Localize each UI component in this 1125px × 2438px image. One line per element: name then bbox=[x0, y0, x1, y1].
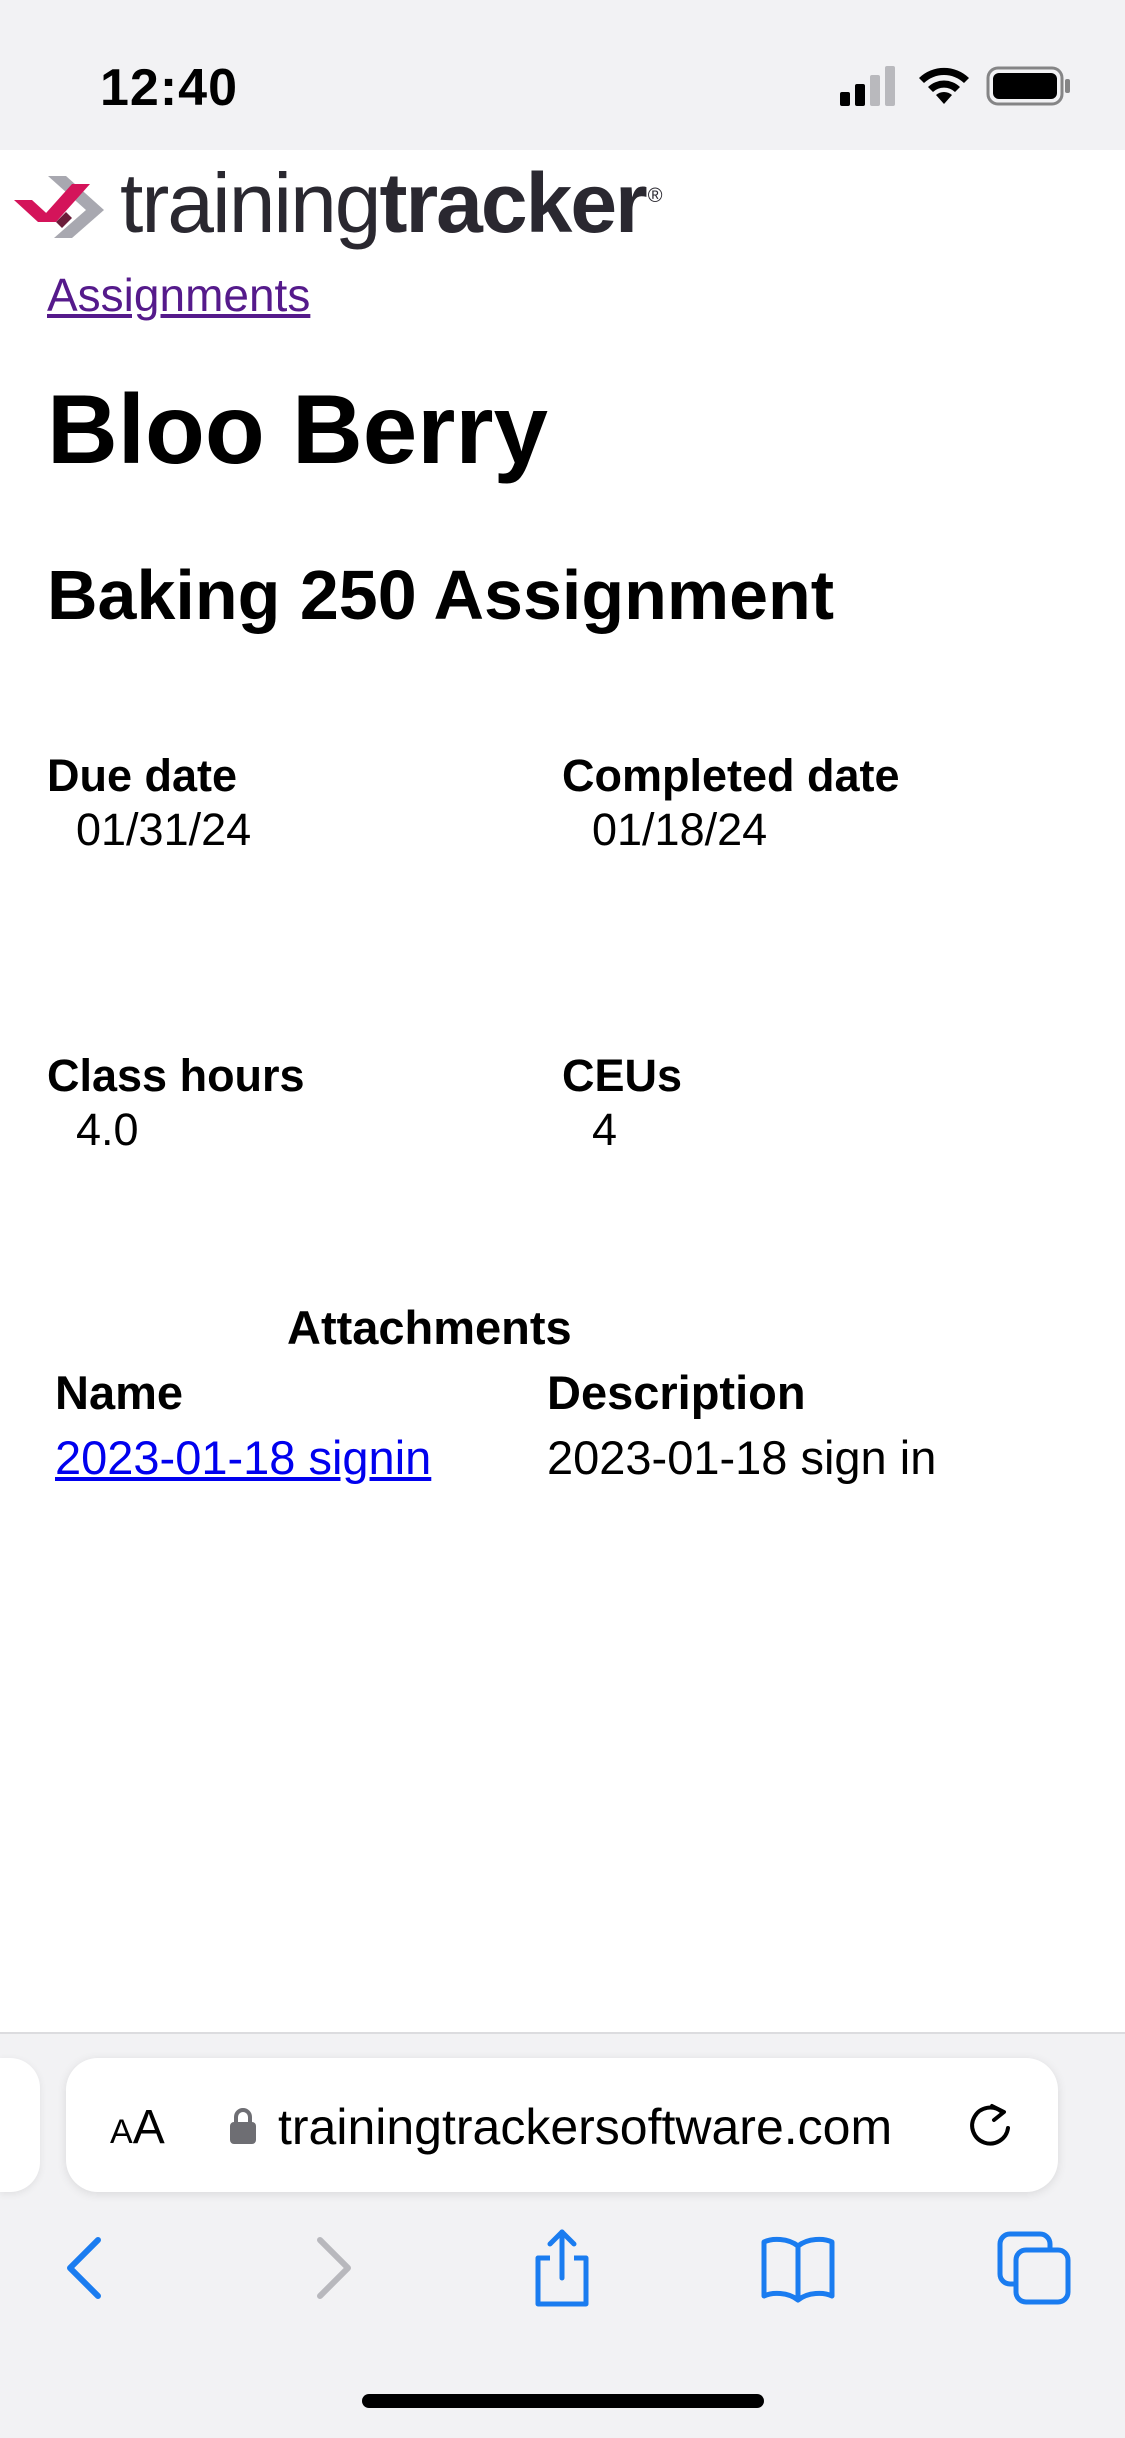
logo-text-bold: tracker bbox=[379, 156, 648, 250]
class-hours-label: Class hours bbox=[47, 1050, 305, 1101]
ceus-value: 4 bbox=[592, 1104, 618, 1155]
aa-large-letter: A bbox=[132, 2101, 165, 2154]
bookmarks-icon[interactable] bbox=[758, 2228, 838, 2308]
battery-icon bbox=[986, 66, 1070, 106]
status-time: 12:40 bbox=[100, 59, 238, 117]
logo-wordmark: trainingtracker ® bbox=[120, 161, 663, 245]
person-name: Bloo Berry bbox=[47, 374, 549, 484]
lock-icon bbox=[230, 2108, 256, 2144]
cellular-signal-icon bbox=[840, 66, 895, 106]
page-settings-button[interactable]: AA bbox=[110, 2100, 165, 2155]
ceus-label: CEUs bbox=[562, 1050, 683, 1101]
attachment-description: 2023-01-18 sign in bbox=[547, 1431, 937, 1484]
completed-date-label: Completed date bbox=[562, 750, 900, 801]
home-indicator bbox=[362, 2394, 764, 2408]
class-hours-value: 4.0 bbox=[76, 1104, 139, 1155]
assignments-link[interactable]: Assignments bbox=[47, 268, 310, 322]
forward-chevron-icon[interactable] bbox=[290, 2228, 370, 2308]
logo-check-icon bbox=[14, 176, 104, 238]
completed-date-value: 01/18/24 bbox=[592, 804, 768, 855]
due-date-label: Due date bbox=[47, 750, 238, 801]
back-chevron-icon[interactable] bbox=[48, 2228, 128, 2308]
due-date-value: 01/31/24 bbox=[76, 804, 252, 855]
previous-tab-preview[interactable] bbox=[0, 2058, 40, 2192]
url-text[interactable]: trainingtrackersoftware.com bbox=[278, 2098, 892, 2156]
logo-text-light: training bbox=[120, 156, 382, 250]
share-icon[interactable] bbox=[522, 2228, 602, 2308]
assignment-title: Baking 250 Assignment bbox=[47, 556, 835, 634]
reload-icon[interactable] bbox=[962, 2098, 1018, 2154]
status-bar: 12:40 bbox=[0, 0, 1125, 150]
wifi-icon bbox=[919, 67, 969, 104]
training-tracker-logo: trainingtracker ® bbox=[12, 158, 663, 248]
aa-small-letter: A bbox=[110, 2113, 133, 2151]
tabs-icon[interactable] bbox=[994, 2228, 1074, 2308]
attachment-link[interactable]: 2023-01-18 signin bbox=[55, 1430, 431, 1485]
attachments-name-header: Name bbox=[55, 1366, 184, 1419]
attachments-description-header: Description bbox=[547, 1366, 806, 1419]
registered-mark: ® bbox=[647, 185, 663, 207]
attachments-title: Attachments bbox=[287, 1301, 572, 1354]
